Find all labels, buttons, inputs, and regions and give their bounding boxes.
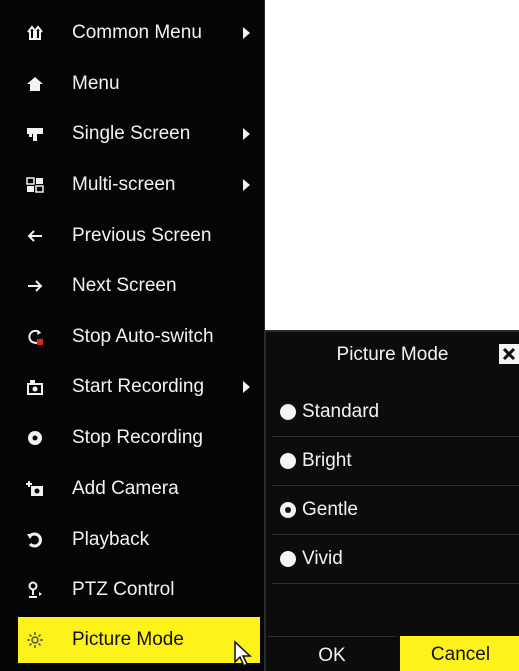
menu-item-label: Picture Mode bbox=[72, 629, 184, 650]
submenu-arrow-icon bbox=[243, 381, 250, 393]
stop-recording-icon bbox=[22, 429, 48, 447]
start-recording-icon bbox=[22, 378, 48, 396]
menu-item-label: Next Screen bbox=[72, 275, 177, 296]
menu-item-label: Stop Recording bbox=[72, 427, 203, 448]
context-menu: Common Menu Menu Single Screen Multi-scr… bbox=[0, 0, 265, 671]
option-vivid[interactable]: Vivid bbox=[272, 535, 519, 584]
submenu-arrow-icon bbox=[243, 128, 250, 140]
dialog-footer: OK Cancel bbox=[266, 633, 519, 671]
dialog-title: Picture Mode bbox=[336, 344, 449, 365]
option-standard[interactable]: Standard bbox=[272, 388, 519, 437]
radio-button-selected[interactable] bbox=[280, 502, 296, 518]
menu-item-start-recording[interactable]: Start Recording bbox=[18, 364, 260, 410]
menu-item-common-menu[interactable]: Common Menu bbox=[18, 10, 260, 56]
menu-item-label: Previous Screen bbox=[72, 225, 212, 246]
menu-item-stop-recording[interactable]: Stop Recording bbox=[18, 415, 260, 461]
close-button[interactable] bbox=[499, 344, 519, 364]
menu-item-ptz-control[interactable]: PTZ Control bbox=[18, 567, 260, 613]
menu-item-label: Common Menu bbox=[72, 22, 202, 43]
menu-item-label: Start Recording bbox=[72, 376, 205, 397]
picture-mode-options: Standard Bright Gentle Vivid bbox=[272, 388, 519, 584]
dialog-header: Picture Mode bbox=[266, 332, 519, 378]
playback-icon bbox=[22, 531, 48, 549]
common-menu-icon bbox=[22, 24, 48, 42]
close-icon bbox=[502, 347, 516, 361]
menu-item-previous-screen[interactable]: Previous Screen bbox=[18, 213, 260, 259]
screen: Common Menu Menu Single Screen Multi-scr… bbox=[0, 0, 519, 671]
option-gentle[interactable]: Gentle bbox=[272, 486, 519, 535]
menu-item-multi-screen[interactable]: Multi-screen bbox=[18, 162, 260, 208]
multi-screen-icon bbox=[22, 176, 48, 194]
radio-dot-icon bbox=[285, 507, 291, 513]
single-screen-icon bbox=[22, 125, 48, 143]
radio-button[interactable] bbox=[280, 453, 296, 469]
menu-item-picture-mode[interactable]: Picture Mode bbox=[18, 617, 260, 663]
option-label: Standard bbox=[302, 401, 380, 422]
menu-item-stop-auto-switch[interactable]: Stop Auto-switch bbox=[18, 314, 260, 360]
menu-item-label: Menu bbox=[72, 73, 120, 94]
menu-item-label: Add Camera bbox=[72, 478, 179, 499]
radio-button[interactable] bbox=[280, 551, 296, 567]
ptz-control-icon bbox=[22, 581, 48, 599]
picture-mode-icon bbox=[22, 631, 48, 649]
option-bright[interactable]: Bright bbox=[272, 437, 519, 486]
menu-item-label: Stop Auto-switch bbox=[72, 326, 214, 347]
menu-item-menu[interactable]: Menu bbox=[18, 61, 260, 107]
option-label: Vivid bbox=[302, 548, 343, 569]
menu-item-playback[interactable]: Playback bbox=[18, 517, 260, 563]
submenu-arrow-icon bbox=[243, 179, 250, 191]
menu-item-label: Single Screen bbox=[72, 123, 191, 144]
ok-button[interactable]: OK bbox=[268, 636, 396, 671]
picture-mode-dialog: Picture Mode Standard Bright Gentle Vivi… bbox=[264, 330, 519, 671]
menu-item-next-screen[interactable]: Next Screen bbox=[18, 263, 260, 309]
home-icon bbox=[22, 75, 48, 93]
submenu-arrow-icon bbox=[243, 27, 250, 39]
menu-item-add-camera[interactable]: Add Camera bbox=[18, 466, 260, 512]
menu-item-label: PTZ Control bbox=[72, 579, 175, 600]
menu-item-single-screen[interactable]: Single Screen bbox=[18, 111, 260, 157]
radio-button[interactable] bbox=[280, 404, 296, 420]
arrow-right-icon bbox=[22, 279, 48, 293]
option-label: Bright bbox=[302, 450, 352, 471]
menu-item-label: Playback bbox=[72, 529, 150, 550]
add-camera-icon bbox=[22, 480, 48, 498]
option-label: Gentle bbox=[302, 499, 358, 520]
mouse-cursor-icon bbox=[233, 640, 259, 671]
cancel-button[interactable]: Cancel bbox=[400, 636, 519, 671]
stop-auto-switch-icon bbox=[22, 328, 48, 346]
arrow-left-icon bbox=[22, 229, 48, 243]
menu-item-label: Multi-screen bbox=[72, 174, 176, 195]
